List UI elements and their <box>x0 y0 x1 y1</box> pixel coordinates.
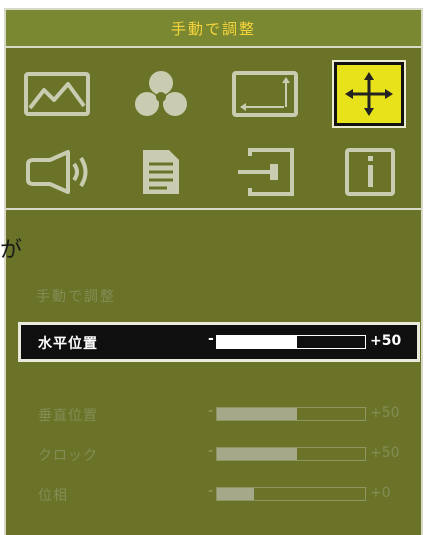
position-icon <box>345 72 393 116</box>
level-fill <box>217 448 297 460</box>
color-icon <box>135 71 187 116</box>
level-fill <box>217 336 297 348</box>
input-icon <box>238 148 294 196</box>
setting-label: クロック <box>38 448 98 464</box>
osd-menu-panel: 手動で調整 手動で調整 水平位置 - +50 垂直位置 - +50 クロック -… <box>4 8 423 535</box>
level-fill <box>217 408 297 420</box>
screen: 手動で調整 手動で調整 水平位置 - +50 垂直位置 - +50 クロック -… <box>0 0 434 535</box>
setting-label: 水平位置 <box>38 336 98 352</box>
picture-icon <box>24 72 90 116</box>
menu-item-color[interactable] <box>122 64 200 124</box>
menu-item-position[interactable] <box>332 60 406 128</box>
setting-label: 垂直位置 <box>38 408 98 424</box>
setting-row-horizontal-position[interactable]: 水平位置 - +50 <box>18 322 420 362</box>
section-title: 手動で調整 <box>36 289 116 305</box>
level-slider[interactable] <box>216 407 366 421</box>
image-size-icon <box>232 71 298 117</box>
level-slider[interactable] <box>216 487 366 501</box>
setting-label: 位相 <box>38 488 68 504</box>
menu-item-input[interactable] <box>226 142 304 202</box>
menu-item-document[interactable] <box>122 142 200 202</box>
minus-sign: - <box>208 331 214 347</box>
setting-row-clock[interactable]: クロック - +50 <box>18 434 420 474</box>
menu-title: 手動で調整 <box>6 10 421 48</box>
setting-value: +50 <box>370 405 400 421</box>
menu-separator <box>6 208 421 210</box>
minus-sign: - <box>208 443 214 459</box>
level-fill <box>217 488 254 500</box>
setting-value: +50 <box>370 333 402 349</box>
menu-item-info[interactable] <box>330 142 408 202</box>
menu-item-picture[interactable] <box>18 64 96 124</box>
info-icon <box>345 148 395 196</box>
minus-sign: - <box>208 403 214 419</box>
level-slider[interactable] <box>216 447 366 461</box>
overlapping-caption-text: が <box>0 238 23 263</box>
setting-row-phase[interactable]: 位相 - +0 <box>18 474 420 514</box>
setting-value: +50 <box>370 445 400 461</box>
menu-item-sound[interactable] <box>20 142 98 202</box>
level-slider[interactable] <box>216 335 366 349</box>
menu-item-image-size[interactable] <box>226 64 304 124</box>
document-icon <box>143 150 179 194</box>
setting-value: +0 <box>370 485 391 501</box>
minus-sign: - <box>208 483 214 499</box>
sound-icon <box>26 150 88 194</box>
setting-row-vertical-position[interactable]: 垂直位置 - +50 <box>18 394 420 434</box>
menu-icon-grid <box>6 48 421 208</box>
